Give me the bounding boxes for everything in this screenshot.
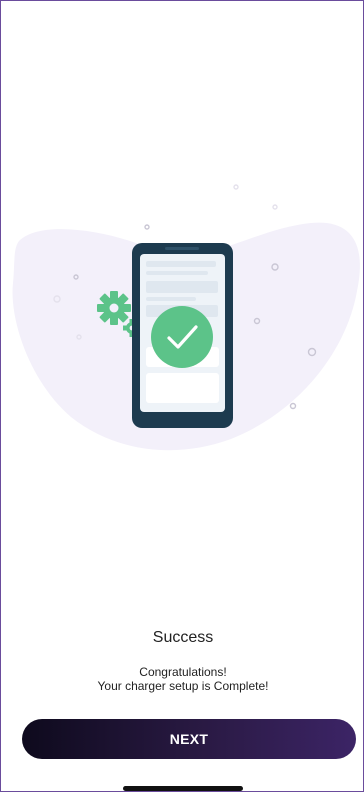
success-screen: Success Congratulations! Your charger se… bbox=[0, 0, 364, 792]
next-button[interactable]: NEXT bbox=[22, 719, 356, 759]
success-message: Congratulations! Your charger setup is C… bbox=[1, 665, 363, 693]
message-line-1: Congratulations! bbox=[139, 665, 227, 679]
success-illustration bbox=[12, 184, 360, 451]
success-title: Success bbox=[152, 629, 214, 646]
checkmark-icon bbox=[151, 306, 213, 368]
message-line-2: Your charger setup is Complete! bbox=[97, 679, 269, 693]
home-indicator bbox=[123, 786, 243, 791]
